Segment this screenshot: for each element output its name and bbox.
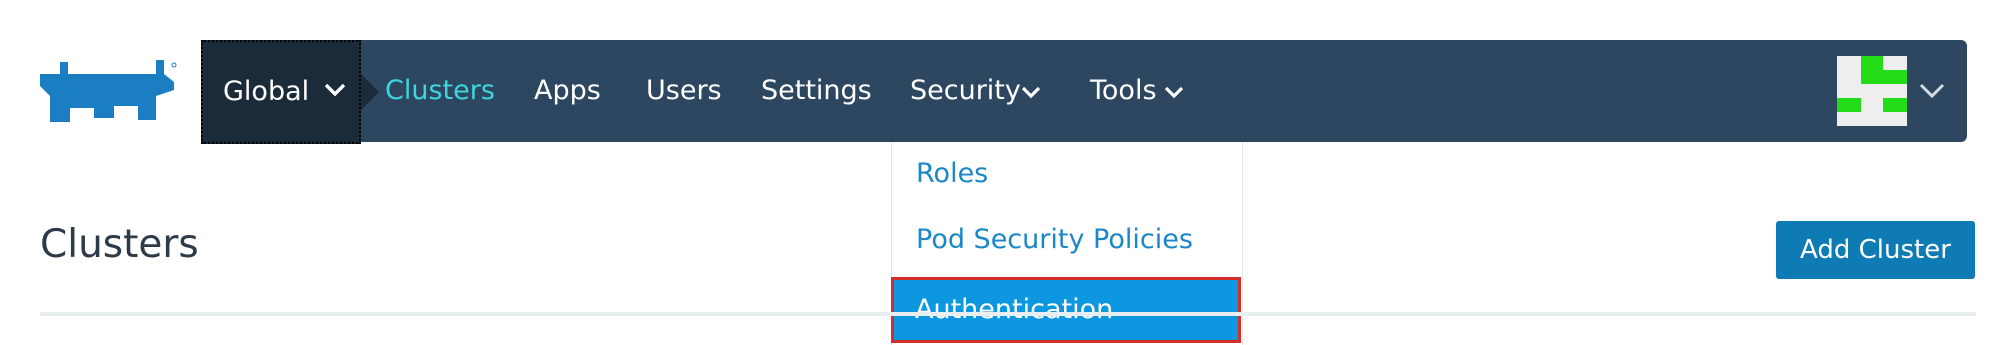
global-label: Global — [223, 76, 310, 107]
user-avatar[interactable] — [1837, 56, 1907, 126]
avatar-block — [1861, 70, 1907, 84]
rancher-logo[interactable] — [38, 56, 178, 128]
nav-clusters[interactable]: Clusters — [385, 40, 495, 142]
chevron-down-icon — [1164, 86, 1184, 99]
nav-settings[interactable]: Settings — [761, 40, 872, 142]
page-title: Clusters — [40, 222, 199, 267]
avatar-block — [1837, 98, 1861, 112]
nav-users[interactable]: Users — [646, 40, 722, 142]
global-arrow-pointer — [361, 74, 379, 110]
global-scope-dropdown[interactable]: Global — [201, 40, 361, 144]
avatar-block — [1861, 56, 1883, 70]
chevron-down-icon — [1021, 86, 1041, 99]
add-cluster-button[interactable]: Add Cluster — [1776, 221, 1975, 279]
nav-apps[interactable]: Apps — [534, 40, 601, 142]
menu-item-authentication-label: Authentication — [915, 294, 1114, 325]
chevron-down-icon — [324, 83, 346, 97]
menu-item-authentication[interactable]: Authentication — [891, 277, 1241, 343]
menu-item-pod-security-policies[interactable]: Pod Security Policies — [916, 224, 1193, 255]
header-divider — [40, 312, 1976, 316]
menu-item-roles[interactable]: Roles — [916, 158, 988, 189]
nav-security[interactable]: Security — [910, 40, 1021, 142]
chevron-down-icon[interactable] — [1918, 82, 1946, 100]
nav-tools[interactable]: Tools — [1090, 40, 1157, 142]
avatar-block — [1883, 98, 1907, 112]
